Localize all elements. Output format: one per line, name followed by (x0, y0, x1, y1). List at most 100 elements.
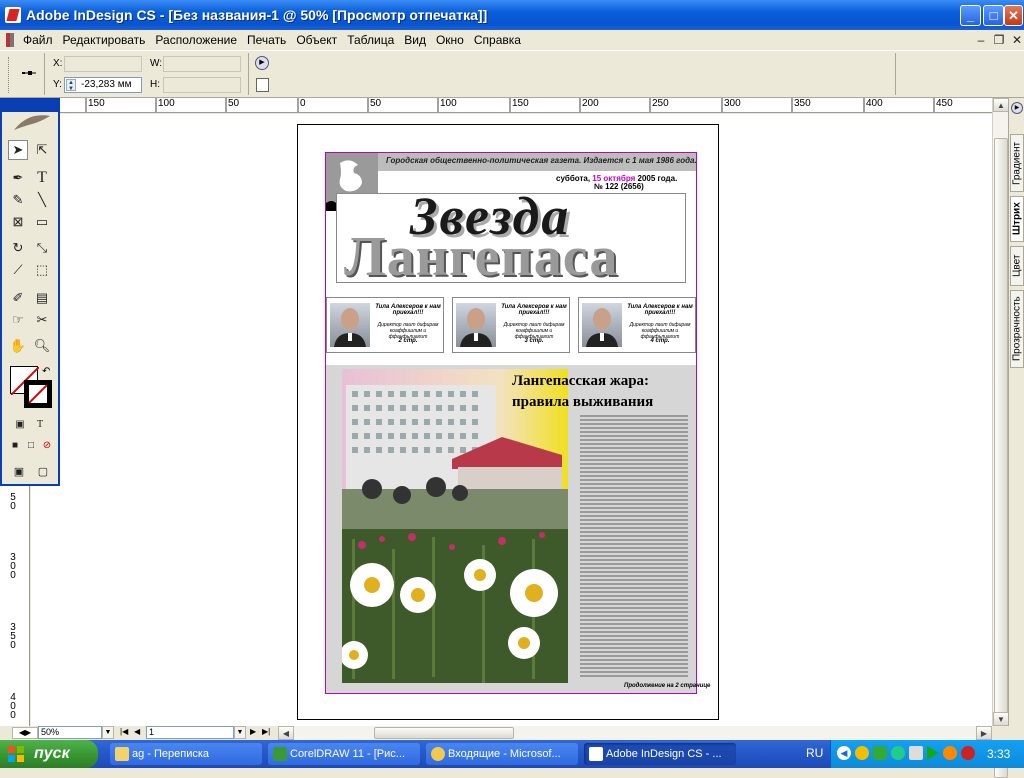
tray-security-icon[interactable] (961, 746, 975, 760)
page-number-field[interactable]: 1 (146, 726, 234, 739)
normal-view-icon[interactable]: ▣ (10, 462, 28, 480)
taskbar-item-indesign[interactable]: Adobe InDesign CS - ... (584, 743, 736, 765)
doc-restore-icon[interactable]: ❐ (990, 32, 1008, 48)
tab-color[interactable]: Цвет (1010, 246, 1024, 286)
first-spread-icon[interactable]: ◀▶ (12, 727, 38, 739)
document-page[interactable]: Городская общественно-политическая газет… (297, 124, 719, 720)
reference-point-icon[interactable] (20, 67, 38, 79)
preview-view-icon[interactable]: ▢ (34, 462, 52, 480)
close-button[interactable]: ✕ (1004, 5, 1023, 26)
indesign-app-icon[interactable] (5, 7, 21, 23)
tray-antivirus-icon[interactable] (891, 746, 905, 760)
w-field[interactable] (163, 56, 241, 72)
tray-network-icon[interactable] (873, 746, 887, 760)
toolbox: ➤ ⇱ ✒ T ✎ ╲ ⊠ ▭ ↻ ⤡ ⟋ ⬚ ✐ ▤ ☞ ✂ ✋ 🔍︎ ↶ ▣… (0, 98, 60, 486)
formatting-text-icon[interactable]: T (32, 416, 48, 432)
taskbar-item-coreldraw[interactable]: CorelDRAW 11 - [Рис... (268, 743, 420, 765)
stroke-swatch[interactable] (24, 380, 52, 408)
button-tool-icon[interactable]: ☞ (8, 310, 28, 330)
h-field[interactable] (163, 77, 241, 93)
menu-type[interactable]: Печать (242, 31, 291, 49)
rotate-tool-icon[interactable]: ↻ (8, 238, 28, 258)
tray-collapse-icon[interactable]: ◀ (837, 746, 851, 760)
tray-app-icon[interactable] (855, 746, 869, 760)
vertical-scroll-thumb[interactable] (994, 138, 1008, 778)
document-icon[interactable] (6, 33, 14, 47)
dock-expand-icon[interactable]: ▶ (1011, 102, 1023, 114)
tab-stroke[interactable]: Штрих (1010, 196, 1024, 242)
selection-tool-icon[interactable]: ➤ (8, 140, 28, 160)
page-dropdown-icon[interactable]: ▼ (234, 726, 246, 739)
tray-update-icon[interactable] (943, 746, 957, 760)
y-label: Y: (53, 79, 62, 90)
zoom-field[interactable]: 50% (38, 726, 102, 739)
gradient-tool-icon[interactable]: ▤ (32, 288, 52, 308)
start-button[interactable]: пуск (0, 740, 98, 768)
feather-logo-icon[interactable] (8, 112, 54, 134)
line-tool-icon[interactable]: ╲ (32, 190, 52, 210)
apply-gradient-icon[interactable]: □ (24, 438, 38, 452)
scroll-down-icon[interactable]: ▼ (993, 712, 1009, 726)
formatting-container-icon[interactable]: ▣ (12, 416, 28, 432)
x-field[interactable] (64, 56, 142, 72)
taskbar-item-mail[interactable]: ag - Переписка (110, 743, 262, 765)
doc-close-icon[interactable]: ✕ (1008, 32, 1024, 48)
tab-transparency[interactable]: Прозрачность (1010, 290, 1024, 368)
tab-gradient[interactable]: Градиент (1010, 134, 1024, 192)
horizontal-ruler[interactable]: 150 100 50 0 50 100 150 200 250 300 350 … (0, 98, 992, 113)
menu-window[interactable]: Окно (431, 31, 469, 49)
shear-tool-icon[interactable]: ⟋ (8, 260, 28, 280)
toolbox-titlebar[interactable] (2, 100, 58, 112)
tray-device-icon[interactable] (909, 746, 923, 760)
free-transform-tool-icon[interactable]: ⬚ (32, 260, 52, 280)
apply-none-icon[interactable]: ⊘ (40, 438, 54, 452)
minimize-button[interactable]: _ (960, 5, 981, 26)
menu-help[interactable]: Справка (469, 31, 526, 49)
horizontal-scroll-thumb[interactable] (374, 727, 514, 739)
maximize-button[interactable]: □ (983, 5, 1004, 26)
horizontal-scroll-track[interactable] (294, 726, 976, 740)
taskbar-item-outlook[interactable]: Входящие - Microsof... (426, 743, 578, 765)
swap-colors-icon[interactable]: ↶ (42, 366, 50, 377)
zoom-tool-icon[interactable]: 🔍︎ (32, 336, 52, 356)
w-label: W: (150, 58, 163, 69)
rectangle-tool-icon[interactable]: ▭ (32, 212, 52, 232)
vertical-scrollbar[interactable]: ▲ ▼ (992, 98, 1009, 778)
clock[interactable]: 3:33 (987, 747, 1010, 761)
hand-tool-icon[interactable]: ✋ (8, 336, 28, 356)
panel-dock: ▶ Градиент Штрих Цвет Прозрачность (1008, 98, 1024, 726)
last-page-icon[interactable]: ▶| (262, 727, 270, 736)
apply-color-icon[interactable]: ■ (8, 438, 22, 452)
scissors-tool-icon[interactable]: ✂ (32, 310, 52, 330)
eyedropper-tool-icon[interactable]: ✐ (8, 288, 28, 308)
rectangle-frame-tool-icon[interactable]: ⊠ (8, 212, 28, 232)
palette-menu-icon[interactable]: ▶ (255, 56, 269, 70)
y-stepper[interactable]: ▲ ▼ (66, 79, 76, 92)
scroll-up-icon[interactable]: ▲ (993, 98, 1009, 112)
menu-layout[interactable]: Расположение (150, 31, 242, 49)
menu-view[interactable]: Вид (399, 31, 431, 49)
indesign-icon (589, 747, 603, 761)
scroll-right-icon[interactable]: ▶ (976, 726, 992, 740)
next-page-icon[interactable]: ▶ (250, 727, 256, 736)
doc-minimize-icon[interactable]: – (972, 32, 990, 48)
menu-file[interactable]: Файл (18, 31, 58, 49)
masthead-title-line2: Лангепаса (344, 226, 619, 288)
panel-grip[interactable] (8, 57, 11, 93)
menu-edit[interactable]: Редактировать (58, 31, 151, 49)
direct-selection-tool-icon[interactable]: ⇱ (32, 140, 52, 160)
menu-object[interactable]: Объект (291, 31, 342, 49)
scroll-left-icon[interactable]: ◀ (278, 726, 294, 740)
pen-tool-icon[interactable]: ✒ (8, 168, 28, 188)
tray-player-icon[interactable] (927, 746, 939, 760)
pencil-tool-icon[interactable]: ✎ (8, 190, 28, 210)
previous-page-icon[interactable]: ◀ (134, 727, 140, 736)
page-options-icon[interactable] (256, 78, 269, 92)
scale-tool-icon[interactable]: ⤡ (32, 238, 52, 258)
windows-logo-icon (8, 746, 24, 762)
type-tool-icon[interactable]: T (32, 168, 52, 188)
language-indicator[interactable]: RU (806, 746, 823, 760)
zoom-dropdown-icon[interactable]: ▼ (102, 726, 114, 739)
menu-table[interactable]: Таблица (342, 31, 399, 49)
first-page-icon[interactable]: |◀ (120, 727, 128, 736)
